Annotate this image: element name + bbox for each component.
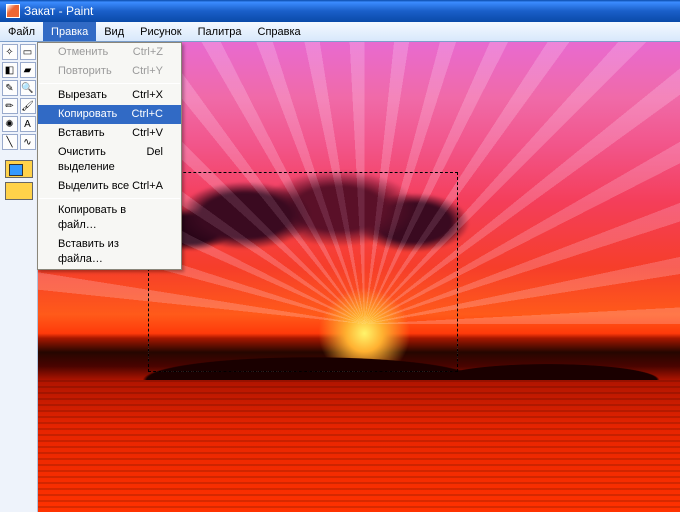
menu-cut-label: Вырезать [58,88,107,103]
separator [39,83,180,84]
menu-clear-selection[interactable]: Очистить выделение Del [38,143,181,177]
menu-help[interactable]: Справка [250,22,309,41]
menu-clear-label: Очистить выделение [58,145,146,175]
tool-text[interactable]: A [20,116,36,132]
menu-colors[interactable]: Палитра [190,22,250,41]
selection-marquee[interactable] [148,172,458,372]
menu-copy-to-file[interactable]: Копировать в файл… [38,201,181,235]
tool-line[interactable]: ╲ [2,134,18,150]
menu-clear-shortcut: Del [146,145,163,175]
window-title: Закат - Paint [24,0,93,22]
tool-magnify[interactable]: 🔍 [20,80,36,96]
menubar: Файл Правка Вид Рисунок Палитра Справка [0,22,680,42]
app-icon [6,4,20,18]
tool-airbrush[interactable]: ✺ [2,116,18,132]
menu-cut-shortcut: Ctrl+X [132,88,163,103]
titlebar: Закат - Paint [0,0,680,22]
tool-picker[interactable]: ✎ [2,80,18,96]
menu-pastefromfile-label: Вставить из файла… [58,237,163,267]
menu-copytofile-label: Копировать в файл… [58,203,163,233]
menu-selectall-label: Выделить все [58,179,129,194]
menu-cut[interactable]: Вырезать Ctrl+X [38,86,181,105]
menu-selectall-shortcut: Ctrl+A [132,179,163,194]
menu-copy-shortcut: Ctrl+C [132,107,163,122]
tool-curve[interactable]: ∿ [20,134,36,150]
menu-edit[interactable]: Правка [43,22,96,41]
separator [39,198,180,199]
menu-copy[interactable]: Копировать Ctrl+C [38,105,181,124]
menu-file[interactable]: Файл [0,22,43,41]
edit-dropdown: Отменить Ctrl+Z Повторить Ctrl+Y Вырезат… [37,42,182,270]
color-swatch-primary[interactable] [5,160,33,178]
toolbox: ✧▭ ◧▰ ✎🔍 ✏🖌 ✺A ╲∿ [0,42,38,512]
image-water [38,380,680,512]
menu-redo-label: Повторить [58,64,112,79]
menu-undo-shortcut: Ctrl+Z [133,45,163,60]
tool-eraser[interactable]: ◧ [2,62,18,78]
menu-copy-label: Копировать [58,107,117,122]
menu-paste-shortcut: Ctrl+V [132,126,163,141]
tool-brush[interactable]: 🖌 [20,98,36,114]
color-selector[interactable] [5,160,33,204]
tool-pencil[interactable]: ✏ [2,98,18,114]
menu-paste-label: Вставить [58,126,105,141]
menu-select-all[interactable]: Выделить все Ctrl+A [38,177,181,196]
menu-undo[interactable]: Отменить Ctrl+Z [38,43,181,62]
menu-view[interactable]: Вид [96,22,132,41]
menu-paste-from-file[interactable]: Вставить из файла… [38,235,181,269]
tool-fill[interactable]: ▰ [20,62,36,78]
menu-redo-shortcut: Ctrl+Y [132,64,163,79]
window: Закат - Paint Файл Правка Вид Рисунок Па… [0,0,680,512]
menu-redo[interactable]: Повторить Ctrl+Y [38,62,181,81]
menu-image[interactable]: Рисунок [132,22,190,41]
menu-paste[interactable]: Вставить Ctrl+V [38,124,181,143]
tool-rect-select[interactable]: ▭ [20,44,36,60]
color-swatch-secondary[interactable] [5,182,33,200]
menu-undo-label: Отменить [58,45,108,60]
tool-free-select[interactable]: ✧ [2,44,18,60]
